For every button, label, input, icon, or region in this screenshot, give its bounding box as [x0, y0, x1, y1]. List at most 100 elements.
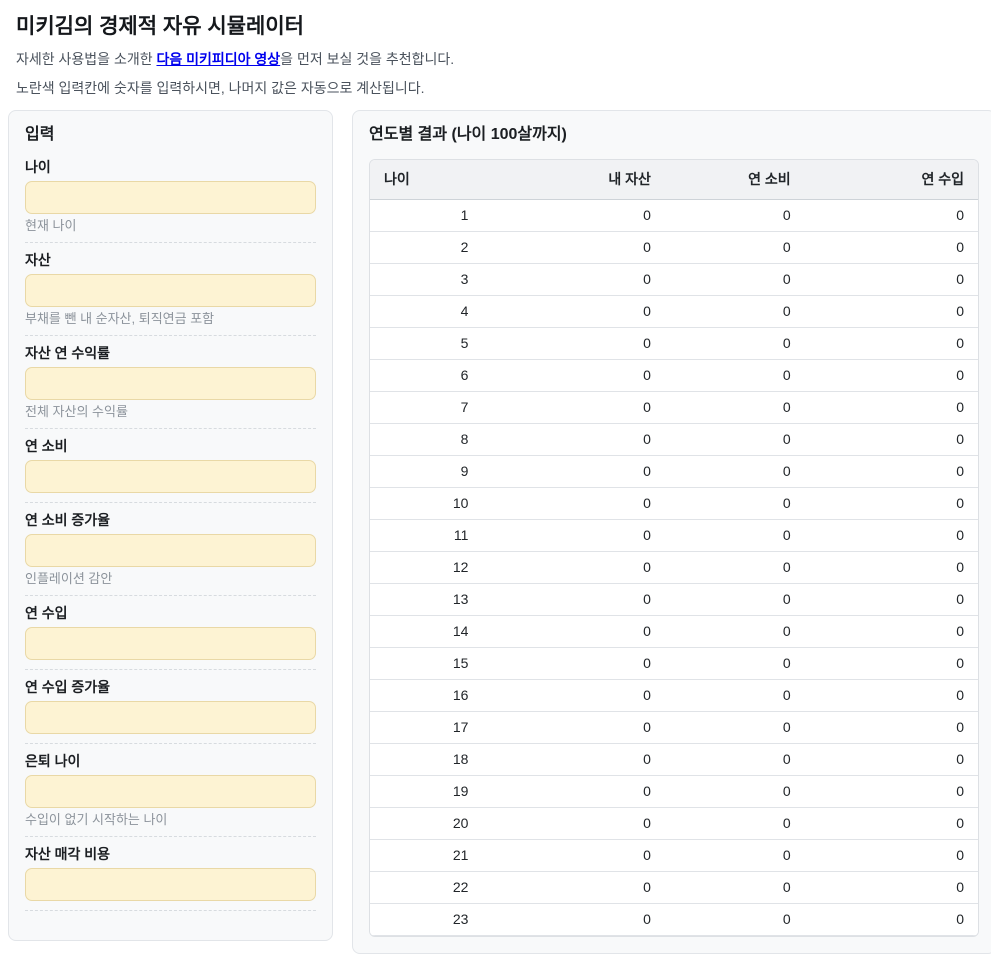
cell-spend: 0 — [664, 647, 805, 680]
results-table-container: 나이 내 자산 연 소비 연 수입 1000200030004000500060… — [369, 159, 979, 937]
cell-spend: 0 — [664, 359, 805, 392]
input-fields: 나이 현재 나이자산 부채를 뺀 내 순자산, 퇴직연금 포함자산 연 수익률전체 … — [25, 159, 316, 911]
retirement-age-input[interactable] — [25, 775, 316, 808]
cell-spend: 0 — [664, 391, 805, 424]
cell-spend: 0 — [664, 679, 805, 712]
cell-income: 0 — [804, 615, 978, 648]
table-row: 18 0 0 0 — [370, 743, 978, 776]
cell-age: 23 — [370, 903, 483, 936]
cell-spend: 0 — [664, 199, 805, 232]
age-field: 나이 현재 나이 — [25, 159, 316, 243]
table-row: 16 0 0 0 — [370, 679, 978, 712]
cell-age: 11 — [370, 519, 483, 552]
field-divider — [25, 502, 316, 503]
cell-income: 0 — [804, 359, 978, 392]
cell-spend: 0 — [664, 455, 805, 488]
annual-income-growth-label: 연 수입 증가율 — [25, 679, 111, 695]
page-header: 미키김의 경제적 자유 시뮬레이터 자세한 사용법을 소개한 다음 미키피디아 … — [0, 0, 991, 96]
cell-assets: 0 — [482, 679, 665, 712]
table-row: 21 0 0 0 — [370, 839, 978, 872]
cell-age: 22 — [370, 871, 483, 904]
table-row: 3000 — [370, 263, 978, 296]
annual-income-growth-input[interactable] — [25, 701, 316, 734]
table-row: 8000 — [370, 423, 978, 456]
cell-spend: 0 — [664, 519, 805, 552]
field-divider — [25, 910, 316, 911]
assets-input[interactable] — [25, 274, 316, 307]
intro-line-1: 자세한 사용법을 소개한 다음 미키피디아 영상을 먼저 보실 것을 추천합니다… — [16, 52, 975, 67]
cell-age: 14 — [370, 615, 483, 648]
table-row: 19 0 0 0 — [370, 775, 978, 808]
assets-helper-text: 부채를 뺀 내 순자산, 퇴직연금 포함 — [25, 311, 215, 326]
cell-spend: 0 — [664, 327, 805, 360]
intro-prefix: 자세한 사용법을 소개한 — [16, 51, 157, 67]
cell-income: 0 — [804, 231, 978, 264]
asset-sale-cost-label: 자산 매각 비용 — [25, 846, 111, 862]
cell-assets: 0 — [482, 743, 665, 776]
cell-income: 0 — [804, 551, 978, 584]
assets-field: 자산 부채를 뺀 내 순자산, 퇴직연금 포함 — [25, 252, 316, 336]
table-row: 17 0 0 0 — [370, 711, 978, 744]
asset-annual-return-input[interactable] — [25, 367, 316, 400]
cell-assets: 0 — [482, 583, 665, 616]
cell-assets: 0 — [482, 647, 665, 680]
mickeypedia-video-link[interactable]: 다음 미키피디아 영상 — [156, 51, 280, 67]
cell-age: 6 — [370, 359, 483, 392]
cell-assets: 0 — [482, 359, 665, 392]
annual-income-label: 연 수입 — [25, 605, 68, 621]
cell-income: 0 — [804, 903, 978, 936]
annual-spending-label: 연 소비 — [25, 438, 68, 454]
results-table: 나이 내 자산 연 소비 연 수입 1000200030004000500060… — [370, 160, 978, 936]
table-row: 5000 — [370, 327, 978, 360]
cell-assets: 0 — [482, 807, 665, 840]
cell-age: 7 — [370, 391, 483, 424]
cell-income: 0 — [804, 711, 978, 744]
cell-income: 0 — [804, 743, 978, 776]
cell-spend: 0 — [664, 231, 805, 264]
cell-age: 19 — [370, 775, 483, 808]
cell-spend: 0 — [664, 583, 805, 616]
asset-annual-return-field: 자산 연 수익률전체 자산의 수익률 — [25, 345, 316, 429]
cell-age: 18 — [370, 743, 483, 776]
cell-assets: 0 — [482, 263, 665, 296]
cell-assets: 0 — [482, 775, 665, 808]
table-row: 6000 — [370, 359, 978, 392]
asset-annual-return-label: 자산 연 수익률 — [25, 345, 111, 361]
cell-assets: 0 — [482, 455, 665, 488]
table-row: 1000 — [370, 199, 978, 232]
column-header-age: 나이 — [370, 160, 483, 200]
table-row: 2000 — [370, 231, 978, 264]
annual-income-field: 연 수입 — [25, 605, 316, 670]
retirement-age-helper-text: 수입이 없기 시작하는 나이 — [25, 812, 168, 827]
cell-assets: 0 — [482, 871, 665, 904]
annual-spending-growth-helper-text: 인플레이션 감안 — [25, 571, 113, 586]
cell-spend: 0 — [664, 263, 805, 296]
input-panel-header: 입력 — [25, 126, 55, 143]
age-helper-text: 현재 나이 — [25, 218, 77, 233]
age-input[interactable] — [25, 181, 316, 214]
asset-sale-cost-input[interactable] — [25, 868, 316, 901]
annual-income-input[interactable] — [25, 627, 316, 660]
field-divider — [25, 669, 316, 670]
annual-spending-growth-label: 연 소비 증가율 — [25, 512, 111, 528]
table-row: 14 0 0 0 — [370, 615, 978, 648]
cell-age: 4 — [370, 295, 483, 328]
annual-spending-growth-input[interactable] — [25, 534, 316, 567]
cell-spend: 0 — [664, 711, 805, 744]
table-row: 22 0 0 0 — [370, 871, 978, 904]
table-row: 20 0 0 0 — [370, 807, 978, 840]
annual-spending-input[interactable] — [25, 460, 316, 493]
cell-income: 0 — [804, 263, 978, 296]
cell-income: 0 — [804, 423, 978, 456]
retirement-age-label: 은퇴 나이 — [25, 753, 81, 769]
annual-income-growth-field: 연 수입 증가율 — [25, 679, 316, 744]
field-divider — [25, 743, 316, 744]
cell-age: 16 — [370, 679, 483, 712]
intro-line-2: 노란색 입력칸에 숫자를 입력하시면, 나머지 값은 자동으로 계산됩니다. — [16, 80, 425, 96]
cell-income: 0 — [804, 807, 978, 840]
table-row: 4000 — [370, 295, 978, 328]
field-divider — [25, 836, 316, 837]
cell-assets: 0 — [482, 327, 665, 360]
asset-annual-return-helper-text: 전체 자산의 수익률 — [25, 404, 128, 419]
table-row: 11 0 0 0 — [370, 519, 978, 552]
